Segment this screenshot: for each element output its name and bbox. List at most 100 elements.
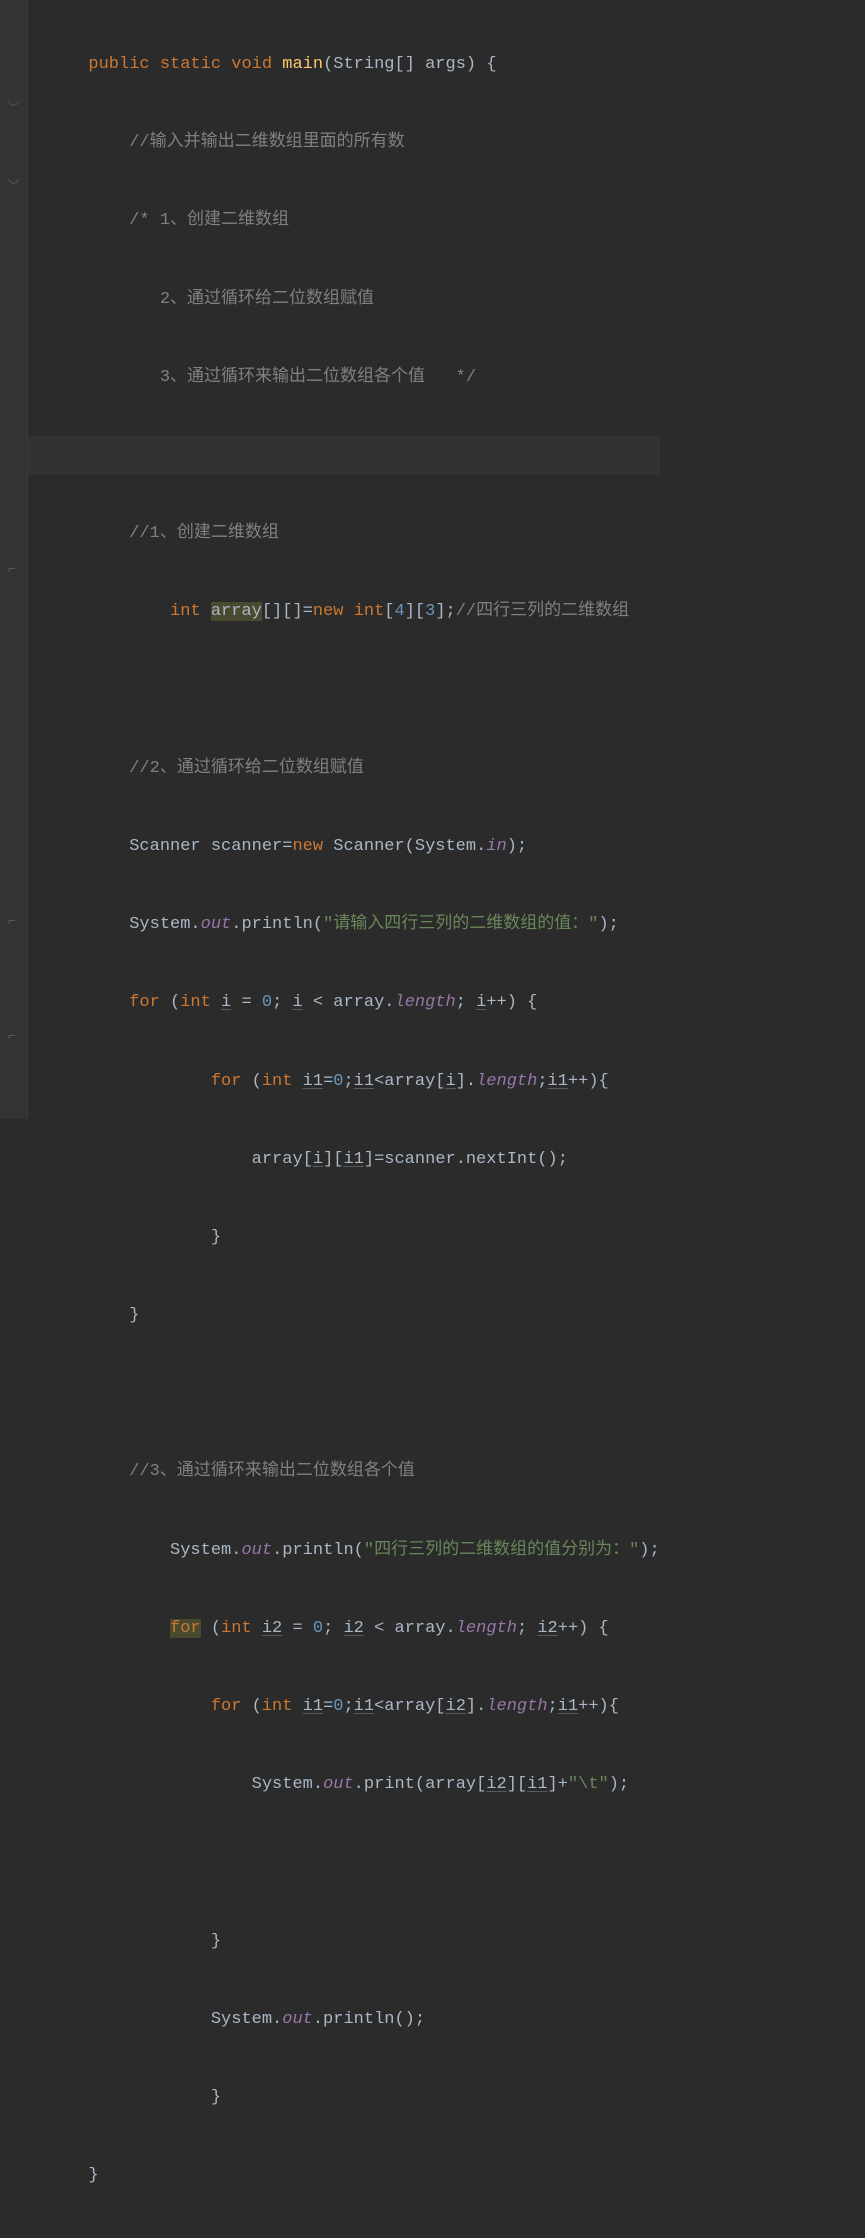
code-text: ++) { xyxy=(558,1619,609,1638)
code-text: ]=scanner.nextInt(); xyxy=(364,1150,568,1169)
code-text: ; xyxy=(517,1619,537,1638)
code-line: } xyxy=(28,1296,660,1335)
brace: } xyxy=(211,2088,221,2107)
code-text: .println( xyxy=(272,1541,364,1560)
keyword-int: int xyxy=(170,602,201,621)
code-line: for (int i1=0;i1<array[i].length;i1++){ xyxy=(28,1062,660,1101)
code-text: ; xyxy=(537,1072,547,1091)
code-text: ; xyxy=(343,1697,353,1716)
field-out: out xyxy=(241,1541,272,1560)
code-line: array[i][i1]=scanner.nextInt(); xyxy=(28,1140,660,1179)
var-i1: i1 xyxy=(558,1697,578,1716)
var-i2: i2 xyxy=(537,1619,557,1638)
comment: //输入并输出二维数组里面的所有数 xyxy=(129,133,404,152)
keyword-int: int xyxy=(262,1697,293,1716)
code-text: System. xyxy=(211,2010,282,2029)
code-text: .print(array[ xyxy=(354,1775,487,1794)
field-length: length xyxy=(486,1697,547,1716)
code-text: ); xyxy=(609,1775,629,1794)
var-i1: i1 xyxy=(343,1150,363,1169)
code-line: } xyxy=(28,1218,660,1257)
code-text: < array. xyxy=(364,1619,456,1638)
code-line: System.out.println("四行三列的二维数组的值分别为："); xyxy=(28,1531,660,1570)
gutter-bookmark-icon: ◡ xyxy=(8,86,19,116)
code-line: } xyxy=(28,1922,660,1961)
var-i2: i2 xyxy=(446,1697,466,1716)
code-text: ; xyxy=(548,1697,558,1716)
code-text: System. xyxy=(129,915,200,934)
string-literal: "\t" xyxy=(568,1775,609,1794)
field-length: length xyxy=(395,993,456,1012)
gutter-bookmark-icon: ◡ xyxy=(8,164,19,194)
keyword-public: public xyxy=(88,55,149,74)
code-line: System.out.println("请输入四行三列的二维数组的值："); xyxy=(28,905,660,944)
code-line: int array[][]=new int[4][3];//四行三列的二维数组 xyxy=(28,592,660,631)
code-text: ][ xyxy=(405,602,425,621)
code-line-highlighted xyxy=(28,436,660,475)
keyword-int: int xyxy=(354,602,385,621)
code-line: 2、通过循环给二位数组赋值 xyxy=(28,280,660,319)
code-line: } xyxy=(28,2078,660,2117)
field-length: length xyxy=(456,1619,517,1638)
keyword-void: void xyxy=(231,55,272,74)
gutter-end-icon: ⌐ xyxy=(8,555,16,585)
code-text: = xyxy=(231,993,262,1012)
code-text: .println( xyxy=(231,915,323,934)
field-out: out xyxy=(323,1775,354,1794)
var-i2: i2 xyxy=(262,1619,282,1638)
keyword-static: static xyxy=(160,55,221,74)
code-line: for (int i2 = 0; i2 < array.length; i2++… xyxy=(28,1609,660,1648)
var-i: i xyxy=(476,993,486,1012)
code-text: ][ xyxy=(323,1150,343,1169)
code-text: ; xyxy=(323,1619,343,1638)
comment: //四行三列的二维数组 xyxy=(456,602,629,621)
code-text: <array[ xyxy=(374,1697,445,1716)
comment: /* 1、创建二维数组 xyxy=(129,211,289,230)
var-i: i xyxy=(221,993,231,1012)
code-line: for (int i = 0; i < array.length; i++) { xyxy=(28,983,660,1022)
code-text: [ xyxy=(384,602,394,621)
code-line: System.out.print(array[i2][i1]+"\t"); xyxy=(28,1765,660,1804)
method-name: main xyxy=(282,55,323,74)
code-text: ++){ xyxy=(568,1072,609,1091)
editor-gutter: ◡ ◡ ⌐ ⌐ ⌐ xyxy=(0,0,28,1119)
code-text: ++) { xyxy=(486,993,537,1012)
code-text: ; xyxy=(343,1072,353,1091)
field-in: in xyxy=(486,837,506,856)
comment: //3、通过循环来输出二位数组各个值 xyxy=(129,1462,415,1481)
code-text: .println(); xyxy=(313,2010,425,2029)
code-line: //3、通过循环来输出二位数组各个值 xyxy=(28,1452,660,1491)
code-text: ++){ xyxy=(578,1697,619,1716)
brace: } xyxy=(129,1306,139,1325)
number-literal: 0 xyxy=(313,1619,323,1638)
comment: 3、通过循环来输出二位数组各个值 */ xyxy=(129,368,476,387)
var-i2: i2 xyxy=(486,1775,506,1794)
code-line: //输入并输出二维数组里面的所有数 xyxy=(28,123,660,162)
code-text: ]+ xyxy=(548,1775,568,1794)
code-text: ); xyxy=(639,1541,659,1560)
code-text: Scanner scanner= xyxy=(129,837,292,856)
code-line: } xyxy=(28,2156,660,2195)
code-text: < array. xyxy=(303,993,395,1012)
code-text: ]; xyxy=(435,602,455,621)
code-text: ; xyxy=(456,993,476,1012)
brace: } xyxy=(88,2166,98,2185)
keyword-for: for xyxy=(211,1697,242,1716)
number-literal: 0 xyxy=(333,1697,343,1716)
code-line: Scanner scanner=new Scanner(System.in); xyxy=(28,827,660,866)
code-line: System.out.println(); xyxy=(28,2000,660,2039)
code-text: = xyxy=(282,1619,313,1638)
code-line: 3、通过循环来输出二位数组各个值 */ xyxy=(28,358,660,397)
keyword-for: for xyxy=(129,993,160,1012)
code-editor[interactable]: public static void main(String[] args) {… xyxy=(28,0,660,2238)
code-line: //2、通过循环给二位数组赋值 xyxy=(28,749,660,788)
code-text: array[ xyxy=(252,1150,313,1169)
keyword-int: int xyxy=(262,1072,293,1091)
field-length: length xyxy=(476,1072,537,1091)
string-literal: "请输入四行三列的二维数组的值：" xyxy=(323,915,598,934)
code-line: for (int i1=0;i1<array[i2].length;i1++){ xyxy=(28,1687,660,1726)
code-text: ][ xyxy=(507,1775,527,1794)
code-text: [] args) { xyxy=(395,55,497,74)
code-line xyxy=(28,1843,660,1882)
comment: //1、创建二维数组 xyxy=(129,524,279,543)
